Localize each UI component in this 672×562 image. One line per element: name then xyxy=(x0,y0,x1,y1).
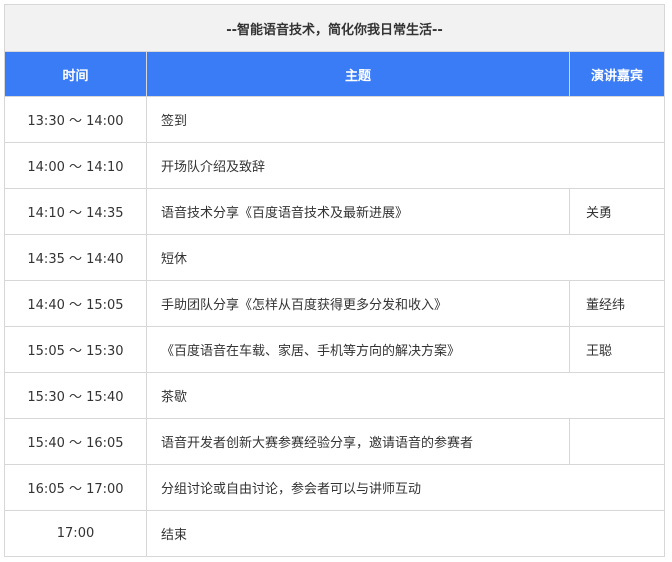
agenda-title: --智能语音技术，简化你我日常生活-- xyxy=(4,4,665,52)
table-row: 14:00 ～ 14:10 开场队介绍及致辞 xyxy=(4,142,665,189)
header-speaker: 演讲嘉宾 xyxy=(569,51,665,97)
cell-time: 14:35 ～ 14:40 xyxy=(4,234,147,281)
cell-topic: 短休 xyxy=(146,234,665,281)
table-row: 14:40 ～ 15:05 手助团队分享《怎样从百度获得更多分发和收入》 董经纬 xyxy=(4,280,665,327)
cell-time: 15:30 ～ 15:40 xyxy=(4,372,147,419)
cell-time: 14:10 ～ 14:35 xyxy=(4,188,147,235)
table-row: 17:00 结束 xyxy=(4,510,665,557)
table-row: 15:30 ～ 15:40 茶歇 xyxy=(4,372,665,419)
header-row: 时间 主题 演讲嘉宾 xyxy=(4,51,665,97)
cell-time: 15:05 ～ 15:30 xyxy=(4,326,147,373)
header-time: 时间 xyxy=(4,51,147,97)
cell-topic: 茶歇 xyxy=(146,372,665,419)
cell-time: 17:00 xyxy=(4,510,147,557)
table-row: 15:40 ～ 16:05 语音开发者创新大赛参赛经验分享，邀请语音的参赛者 xyxy=(4,418,665,465)
table-row: 14:35 ～ 14:40 短休 xyxy=(4,234,665,281)
cell-topic: 分组讨论或自由讨论，参会者可以与讲师互动 xyxy=(146,464,665,511)
cell-topic: 《百度语音在车载、家居、手机等方向的解决方案》 xyxy=(146,326,570,373)
cell-topic: 结束 xyxy=(146,510,665,557)
agenda-table: --智能语音技术，简化你我日常生活-- 时间 主题 演讲嘉宾 13:30 ～ 1… xyxy=(4,4,665,557)
cell-topic: 语音技术分享《百度语音技术及最新进展》 xyxy=(146,188,570,235)
cell-time: 15:40 ～ 16:05 xyxy=(4,418,147,465)
cell-topic: 手助团队分享《怎样从百度获得更多分发和收入》 xyxy=(146,280,570,327)
table-row: 14:10 ～ 14:35 语音技术分享《百度语音技术及最新进展》 关勇 xyxy=(4,188,665,235)
table-row: 15:05 ～ 15:30 《百度语音在车载、家居、手机等方向的解决方案》 王聪 xyxy=(4,326,665,373)
cell-time: 14:40 ～ 15:05 xyxy=(4,280,147,327)
cell-time: 13:30 ～ 14:00 xyxy=(4,96,147,143)
cell-time: 14:00 ～ 14:10 xyxy=(4,142,147,189)
cell-speaker: 董经纬 xyxy=(569,280,665,327)
cell-time: 16:05 ～ 17:00 xyxy=(4,464,147,511)
table-row: 13:30 ～ 14:00 签到 xyxy=(4,96,665,143)
cell-topic: 签到 xyxy=(146,96,665,143)
cell-topic: 开场队介绍及致辞 xyxy=(146,142,665,189)
cell-speaker: 王聪 xyxy=(569,326,665,373)
title-row: --智能语音技术，简化你我日常生活-- xyxy=(4,4,665,52)
cell-speaker xyxy=(569,418,665,465)
table-row: 16:05 ～ 17:00 分组讨论或自由讨论，参会者可以与讲师互动 xyxy=(4,464,665,511)
cell-speaker: 关勇 xyxy=(569,188,665,235)
cell-topic: 语音开发者创新大赛参赛经验分享，邀请语音的参赛者 xyxy=(146,418,570,465)
header-topic: 主题 xyxy=(146,51,570,97)
